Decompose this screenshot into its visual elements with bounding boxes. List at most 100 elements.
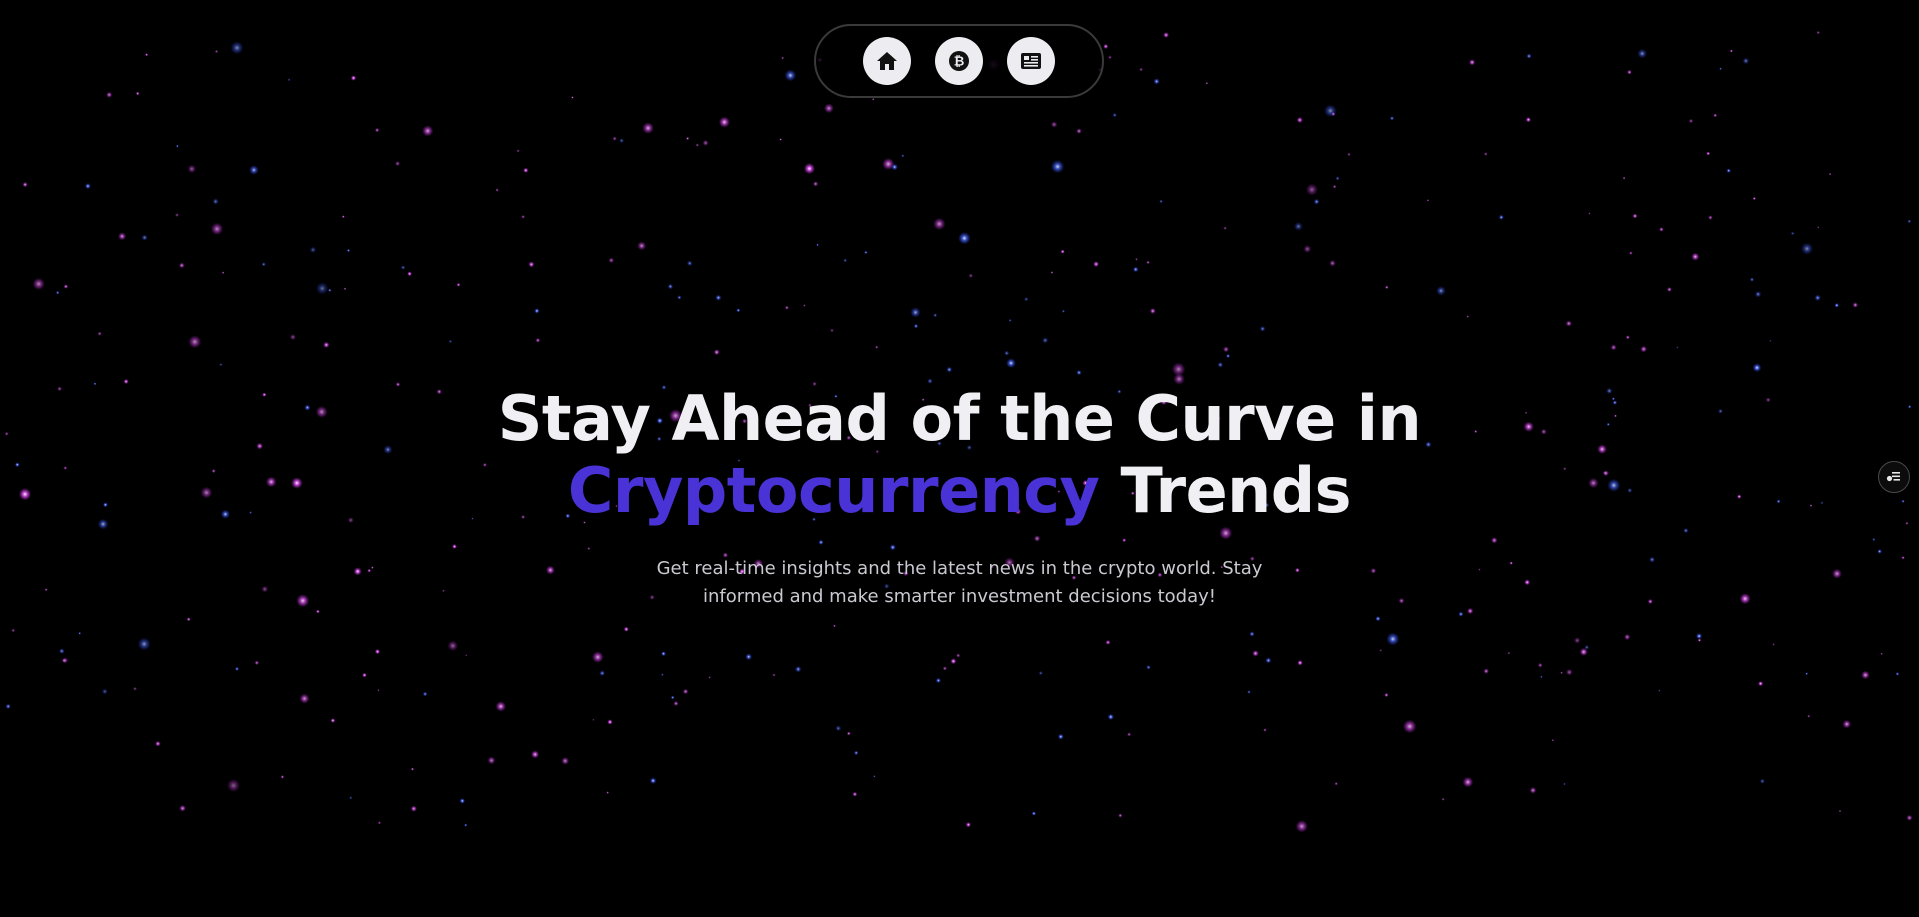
- star-particle: [1537, 662, 1543, 668]
- star-particle: [374, 648, 381, 655]
- star-particle: [84, 183, 91, 190]
- star-particle: [830, 328, 834, 333]
- star-particle: [1696, 633, 1703, 640]
- nav-home-button[interactable]: [863, 37, 911, 85]
- star-particle: [97, 331, 102, 336]
- star-particle: [1852, 302, 1859, 308]
- top-navbar: ₿: [814, 24, 1104, 98]
- star-particle: [1484, 152, 1488, 156]
- star-particle: [118, 232, 127, 241]
- star-particle: [341, 215, 345, 219]
- star-particle: [1758, 681, 1764, 687]
- star-particle: [407, 271, 412, 277]
- star-particle: [1565, 668, 1573, 676]
- star-particle: [155, 740, 161, 747]
- star-particle: [1313, 198, 1320, 205]
- star-particle: [1769, 339, 1772, 343]
- star-particle: [794, 665, 802, 673]
- star-particle: [1466, 315, 1469, 318]
- star-particle: [280, 775, 285, 779]
- star-particle: [599, 670, 606, 677]
- star-particle: [875, 345, 879, 349]
- star-particle: [106, 91, 113, 98]
- star-particle: [1814, 294, 1821, 302]
- headline-line-2-rest: Trends: [1099, 454, 1352, 527]
- star-particle: [1880, 652, 1883, 656]
- star-particle: [410, 767, 415, 771]
- star-particle: [1004, 350, 1010, 356]
- star-particle: [1729, 49, 1733, 53]
- star-particle: [713, 349, 720, 356]
- star-particle: [736, 308, 741, 313]
- star-particle: [63, 284, 69, 289]
- star-particle: [377, 688, 380, 692]
- star-particle: [1565, 320, 1572, 327]
- star-particle: [1093, 261, 1100, 268]
- star-particle: [1622, 176, 1626, 180]
- star-particle: [846, 731, 851, 736]
- star-particle: [1834, 303, 1840, 308]
- star-particle: [1076, 128, 1082, 134]
- star-particle: [1057, 733, 1064, 740]
- star-particle: [606, 791, 609, 794]
- star-particle: [1458, 611, 1464, 617]
- star-particle: [535, 337, 541, 343]
- star-particle: [1329, 259, 1336, 267]
- star-particle: [781, 56, 785, 60]
- star-particle: [1252, 650, 1259, 657]
- star-particle: [910, 307, 921, 318]
- star-particle: [1441, 797, 1445, 801]
- news-icon: [1019, 51, 1043, 71]
- star-particle: [400, 265, 406, 270]
- star-particle: [1103, 43, 1109, 50]
- star-particle: [1023, 296, 1029, 302]
- star-particle: [1498, 214, 1505, 220]
- star-particle: [1031, 811, 1037, 816]
- nav-bitcoin-button[interactable]: ₿: [935, 37, 983, 85]
- star-particle: [1742, 57, 1750, 65]
- star-particle: [843, 258, 848, 263]
- star-particle: [835, 725, 842, 732]
- star-particle: [249, 165, 259, 175]
- star-particle: [864, 250, 868, 255]
- star-particle: [62, 658, 67, 663]
- star-particle: [299, 693, 310, 704]
- star-particle: [1139, 67, 1144, 72]
- star-particle: [534, 308, 540, 314]
- star-particle: [1171, 362, 1186, 377]
- star-particle: [456, 282, 461, 287]
- star-particle: [32, 277, 45, 291]
- star-particle: [226, 778, 241, 793]
- star-particle: [1263, 728, 1267, 732]
- svg-text:₿: ₿: [954, 55, 965, 70]
- star-particle: [78, 631, 82, 635]
- star-particle: [1632, 213, 1638, 219]
- star-particle: [1426, 199, 1430, 202]
- star-particle: [315, 282, 329, 295]
- star-particle: [1625, 335, 1630, 340]
- star-particle: [784, 305, 789, 310]
- star-particle: [374, 127, 380, 133]
- nav-news-button[interactable]: [1007, 37, 1055, 85]
- star-particle: [1828, 172, 1832, 176]
- star-particle: [1525, 117, 1532, 123]
- star-particle: [219, 363, 223, 367]
- star-particle: [362, 672, 367, 678]
- star-particle: [1008, 318, 1012, 322]
- star-particle: [1226, 354, 1231, 358]
- star-particle: [1135, 257, 1138, 261]
- star-particle: [803, 304, 806, 307]
- star-particle: [933, 217, 946, 231]
- star-particle: [873, 775, 876, 778]
- star-particle: [523, 167, 529, 173]
- side-settings-button[interactable]: [1878, 461, 1910, 493]
- star-particle: [179, 804, 187, 812]
- star-particle: [833, 624, 836, 628]
- star-particle: [772, 673, 776, 677]
- star-particle: [1247, 690, 1251, 694]
- star-particle: [187, 164, 197, 174]
- star-particle: [141, 234, 148, 241]
- star-particle: [660, 673, 664, 677]
- star-particle: [592, 718, 595, 721]
- star-particle: [5, 703, 11, 710]
